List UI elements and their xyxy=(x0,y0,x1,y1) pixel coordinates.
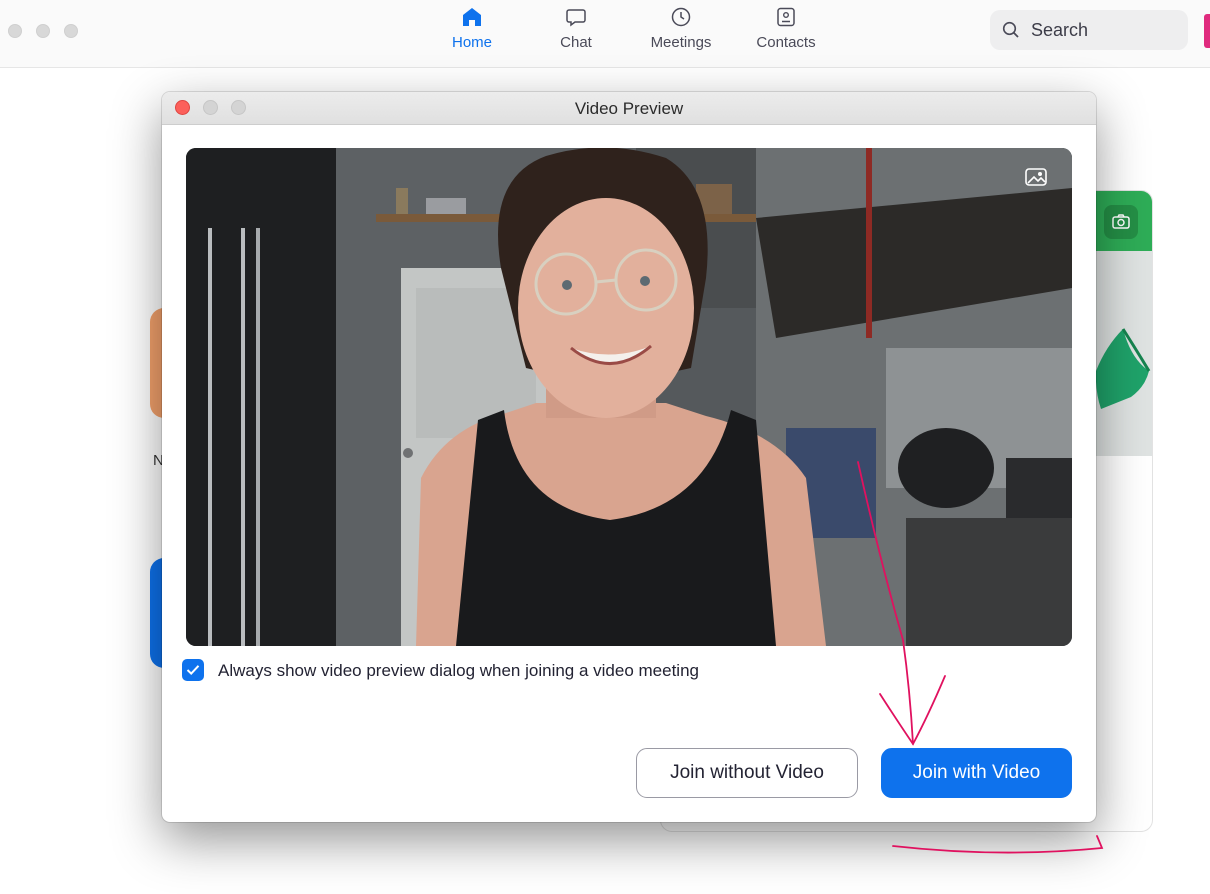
join-without-video-button[interactable]: Join without Video xyxy=(636,748,858,798)
camera-icon[interactable] xyxy=(1104,205,1138,239)
window-zoom-button[interactable] xyxy=(64,24,78,38)
webcam-frame xyxy=(186,148,1072,646)
nav-chat-label: Chat xyxy=(560,34,592,51)
nav-home-label: Home xyxy=(451,34,492,51)
dialog-titlebar: Video Preview xyxy=(162,92,1096,125)
contact-card-icon xyxy=(777,7,795,27)
clock-icon xyxy=(671,7,691,27)
checkmark-icon xyxy=(186,665,200,676)
always-show-preview-checkbox[interactable] xyxy=(182,659,204,681)
window-close-button[interactable] xyxy=(8,24,22,38)
nav-contacts-label: Contacts xyxy=(756,34,816,51)
nav-meetings-label: Meetings xyxy=(650,34,712,51)
search-icon xyxy=(1002,21,1019,38)
search-placeholder: Search xyxy=(1031,20,1089,40)
avatar[interactable] xyxy=(1204,14,1210,48)
search-input[interactable]: Search xyxy=(990,10,1188,50)
video-preview xyxy=(186,148,1072,646)
nav-contacts[interactable]: Contacts xyxy=(748,6,824,51)
dialog-title: Video Preview xyxy=(574,99,684,118)
nav-chat[interactable]: Chat xyxy=(553,6,599,51)
join-with-video-button[interactable]: Join with Video xyxy=(881,748,1072,798)
video-preview-dialog: Video Preview Always show video preview … xyxy=(162,92,1096,822)
main-toolbar: Home Chat Meetings Contacts Search xyxy=(0,0,1210,68)
chat-icon xyxy=(566,9,586,27)
window-minimize-button[interactable] xyxy=(36,24,50,38)
home-icon xyxy=(463,8,481,26)
always-show-preview-label[interactable]: Always show video preview dialog when jo… xyxy=(218,661,699,681)
nav-meetings[interactable]: Meetings xyxy=(643,6,719,51)
nav-home[interactable]: Home xyxy=(449,6,495,51)
background-picker-icon[interactable] xyxy=(1024,166,1048,188)
